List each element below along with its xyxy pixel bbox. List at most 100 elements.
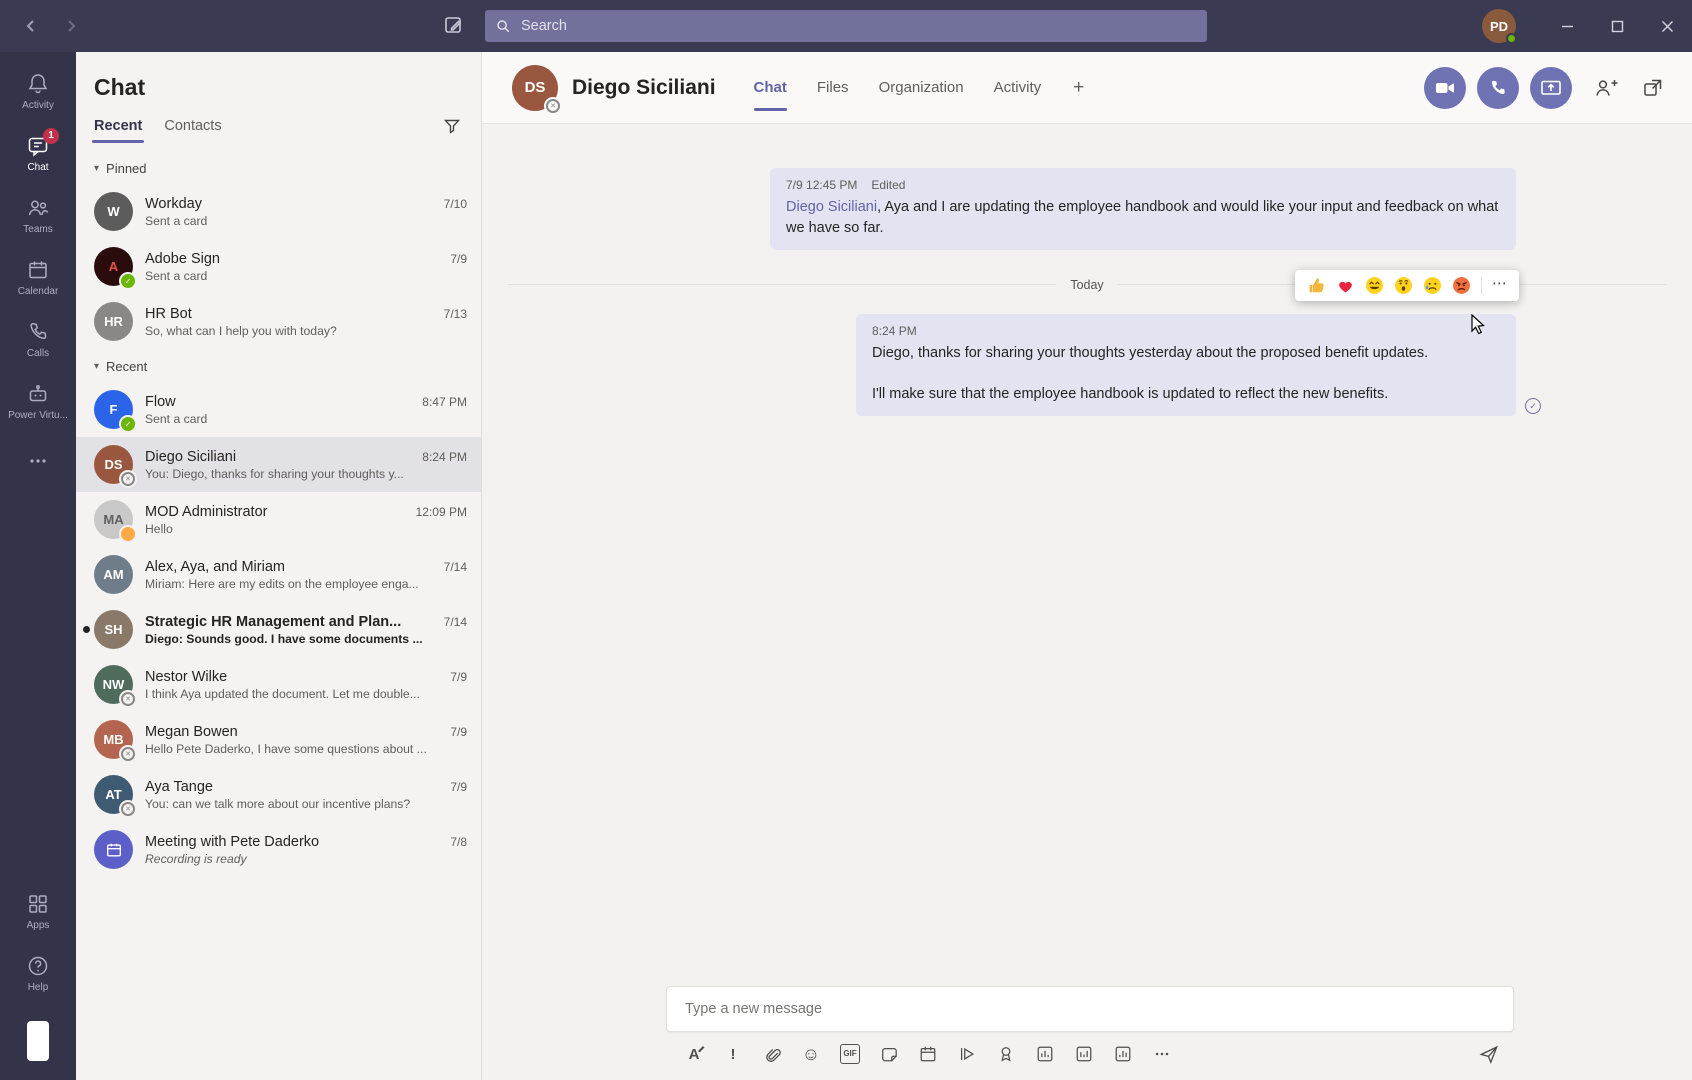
chat-preview: Diego: Sounds good. I have some document…: [145, 632, 467, 646]
mouse-cursor: [1468, 314, 1488, 336]
search-bar[interactable]: [485, 10, 1207, 42]
tab-contacts[interactable]: Contacts: [164, 118, 221, 143]
conversation-pane: DS Diego Siciliani Chat Files Organizati…: [482, 52, 1692, 1080]
rail-item-calendar[interactable]: Calendar: [0, 246, 76, 308]
set-delivery-options-icon[interactable]: !: [723, 1044, 743, 1064]
chat-time: 8:47 PM: [422, 395, 467, 409]
reaction-sad-icon[interactable]: [1423, 276, 1442, 295]
rail-item-chat[interactable]: 1 Chat: [0, 122, 76, 184]
rail-item-activity[interactable]: Activity: [0, 60, 76, 122]
chat-time: 7/9: [450, 725, 467, 739]
rail-item-more[interactable]: [0, 432, 76, 494]
rail-item-help[interactable]: Help: [0, 942, 76, 1004]
chat-time: 12:09 PM: [416, 505, 467, 519]
chat-list-item[interactable]: AT Aya Tange 7/9 You: can we talk more a…: [76, 767, 481, 822]
forward-arrow-button[interactable]: [58, 13, 84, 39]
avatar: AT: [94, 775, 133, 814]
message-input[interactable]: [683, 1000, 1497, 1018]
tab-chat[interactable]: Chat: [754, 52, 787, 123]
add-people-button[interactable]: [1593, 75, 1619, 101]
send-message-button[interactable]: [1479, 1044, 1499, 1064]
praise-icon[interactable]: [996, 1044, 1016, 1064]
chat-list-item[interactable]: A Adobe Sign 7/9 Sent a card: [76, 239, 481, 294]
search-input[interactable]: [519, 17, 1197, 35]
chat-list-item[interactable]: AM Alex, Aya, and Miriam 7/14 Miriam: He…: [76, 547, 481, 602]
reaction-surprised-icon[interactable]: [1394, 276, 1413, 295]
reaction-heart-icon[interactable]: [1336, 276, 1355, 295]
conversation-avatar[interactable]: DS: [512, 65, 558, 111]
close-button[interactable]: [1642, 0, 1692, 52]
chat-list-item[interactable]: MB Megan Bowen 7/9 Hello Pete Daderko, I…: [76, 712, 481, 767]
bar-chart-app-icon[interactable]: [1035, 1044, 1055, 1064]
format-icon[interactable]: A: [684, 1044, 704, 1064]
chat-list-item[interactable]: MA MOD Administrator 12:09 PM Hello: [76, 492, 481, 547]
chat-list-item[interactable]: Meeting with Pete Daderko 7/8 Recording …: [76, 822, 481, 877]
reaction-thumbs-up-icon[interactable]: [1307, 276, 1326, 295]
add-tab-button[interactable]: +: [1073, 77, 1084, 99]
reaction-laughing-icon[interactable]: [1365, 276, 1384, 295]
avatar-initials: AM: [103, 567, 123, 582]
section-header[interactable]: ▾ Pinned: [76, 151, 481, 184]
back-arrow-button[interactable]: [18, 13, 44, 39]
maximize-button[interactable]: [1592, 0, 1642, 52]
avatar: NW: [94, 665, 133, 704]
presence-badge: [121, 802, 135, 816]
audio-call-button[interactable]: [1477, 67, 1519, 109]
search-icon: [495, 18, 511, 34]
section-label: Pinned: [106, 161, 146, 176]
rail-item-teams[interactable]: Teams: [0, 184, 76, 246]
bar-chart-app-icon[interactable]: [1074, 1044, 1094, 1064]
rail-item-power-virtual-agents[interactable]: Power Virtu...: [0, 370, 76, 432]
chat-preview: I think Aya updated the document. Let me…: [145, 687, 467, 701]
message-edited-label: Edited: [871, 177, 905, 194]
bar-chart-app-icon[interactable]: [1113, 1044, 1133, 1064]
chat-list-item[interactable]: SH Strategic HR Management and Plan... 7…: [76, 602, 481, 657]
chat-list-item[interactable]: HR HR Bot 7/13 So, what can I help you w…: [76, 294, 481, 349]
chat-list-item[interactable]: W Workday 7/10 Sent a card: [76, 184, 481, 239]
presence-badge: [121, 417, 135, 431]
panel-title: Chat: [94, 74, 465, 101]
avatar-initials: MB: [103, 732, 123, 747]
chat-list-item[interactable]: DS Diego Siciliani 8:24 PM You: Diego, t…: [76, 437, 481, 492]
sticker-icon[interactable]: [879, 1044, 899, 1064]
stream-icon[interactable]: [957, 1044, 977, 1064]
schedule-meeting-icon[interactable]: [918, 1044, 938, 1064]
attach-icon[interactable]: [762, 1044, 782, 1064]
giphy-icon[interactable]: GIF: [840, 1044, 860, 1064]
emoji-icon[interactable]: ☺: [801, 1044, 821, 1064]
mention-link[interactable]: Diego Siciliani: [786, 199, 877, 215]
avatar-initials: F: [110, 402, 118, 417]
rail-item-apps[interactable]: Apps: [0, 880, 76, 942]
chat-name: Nestor Wilke: [145, 669, 442, 685]
chevron-down-icon: ▾: [94, 163, 99, 174]
more-reactions-button[interactable]: ⋯: [1492, 276, 1507, 295]
video-call-button[interactable]: [1424, 67, 1466, 109]
avatar-initials: HR: [104, 314, 123, 329]
reaction-angry-icon[interactable]: [1452, 276, 1471, 295]
chat-time: 7/9: [450, 670, 467, 684]
chat-list-item[interactable]: F Flow 8:47 PM Sent a card: [76, 382, 481, 437]
user-avatar[interactable]: PD: [1482, 9, 1516, 43]
message-input-box[interactable]: [666, 986, 1514, 1032]
chat-time: 7/14: [444, 560, 467, 574]
minimize-button[interactable]: [1542, 0, 1592, 52]
chat-name: Flow: [145, 394, 414, 410]
section-header[interactable]: ▾ Recent: [76, 349, 481, 382]
presence-badge: [121, 527, 135, 541]
tab-organization[interactable]: Organization: [879, 52, 964, 123]
mobile-device-button[interactable]: [23, 1018, 53, 1064]
rail-item-calls[interactable]: Calls: [0, 308, 76, 370]
new-chat-icon[interactable]: [442, 14, 466, 38]
chevron-down-icon: ▾: [94, 361, 99, 372]
tab-files[interactable]: Files: [817, 52, 849, 123]
chat-time: 8:24 PM: [422, 450, 467, 464]
tab-activity[interactable]: Activity: [994, 52, 1042, 123]
open-in-window-button[interactable]: [1640, 75, 1666, 101]
more-options-icon[interactable]: [1152, 1044, 1172, 1064]
chat-list-item[interactable]: NW Nestor Wilke 7/9 I think Aya updated …: [76, 657, 481, 712]
screen-share-button[interactable]: [1530, 67, 1572, 109]
teams-people-icon: [26, 196, 50, 220]
chat-name: Alex, Aya, and Miriam: [145, 559, 436, 575]
tab-recent[interactable]: Recent: [94, 118, 142, 143]
filter-icon[interactable]: [441, 115, 465, 139]
